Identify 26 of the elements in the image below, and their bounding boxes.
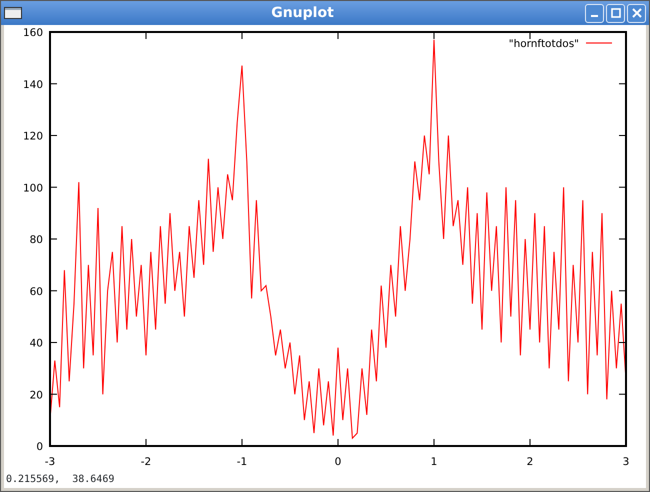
maximize-icon: [610, 8, 620, 18]
minimize-button[interactable]: [585, 4, 604, 22]
window-title: Gnuplot: [270, 4, 335, 22]
x-tick-label: 0: [334, 456, 342, 468]
y-tick-label: 80: [30, 234, 43, 246]
x-tick-label: -3: [44, 456, 56, 468]
y-tick-label: 60: [30, 286, 43, 298]
y-tick-label: 120: [22, 130, 43, 142]
minimize-icon: [591, 15, 598, 17]
close-icon: [632, 8, 642, 18]
x-tick-label: -2: [140, 456, 152, 468]
x-tick-label: 3: [622, 456, 630, 468]
maximize-button[interactable]: [606, 4, 625, 22]
y-tick-label: 20: [30, 389, 43, 402]
y-tick-label: 140: [22, 78, 43, 91]
y-tick-label: 100: [22, 182, 43, 194]
x-tick-label: 2: [526, 456, 534, 468]
y-tick-label: 160: [22, 27, 43, 39]
y-tick-label: 0: [36, 441, 43, 453]
close-button[interactable]: [627, 4, 646, 22]
x-tick-label: -1: [236, 456, 248, 468]
x-tick-label: 1: [430, 456, 438, 468]
legend-label: "hornftotdos": [508, 38, 579, 50]
status-coordinates: 0.215569, 38.6469: [5, 473, 114, 487]
window-menu-icon[interactable]: [4, 7, 22, 19]
y-tick-label: 40: [30, 338, 43, 350]
